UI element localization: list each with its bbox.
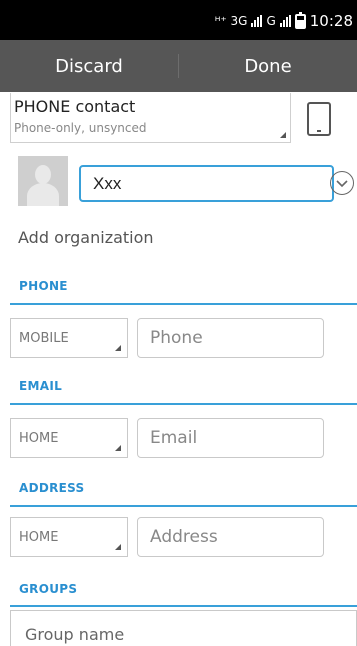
- status-bar: ᴴ⁺ 3G G 10:28: [0, 0, 357, 40]
- person-icon: [35, 165, 51, 184]
- phone-type-select[interactable]: MOBILE: [10, 318, 128, 358]
- name-input[interactable]: Xxx: [79, 165, 334, 202]
- clock: 10:28: [309, 12, 353, 30]
- add-organization-link[interactable]: Add organization: [18, 228, 154, 247]
- chevron-down-icon: [336, 180, 348, 188]
- groups-section-divider: [10, 605, 357, 607]
- expand-name-button[interactable]: [330, 171, 354, 195]
- email-type-label: HOME: [19, 431, 59, 446]
- phone-section-divider: [10, 303, 357, 305]
- email-input[interactable]: Email: [137, 418, 324, 458]
- action-bar: Discard Done: [0, 40, 357, 92]
- account-selector[interactable]: PHONE contact Phone-only, unsynced: [10, 93, 291, 143]
- address-section-title: ADDRESS: [19, 481, 85, 495]
- contact-photo[interactable]: [18, 156, 68, 206]
- address-input[interactable]: Address: [137, 517, 324, 557]
- groups-section-title: GROUPS: [19, 582, 78, 596]
- sim-label: G: [266, 14, 276, 28]
- email-section-divider: [10, 403, 357, 405]
- phone-type-label: MOBILE: [19, 331, 69, 346]
- dropdown-corner-icon: [115, 544, 121, 550]
- network-type-label: ᴴ⁺ 3G: [214, 14, 248, 28]
- group-name-input[interactable]: Group name: [10, 610, 357, 646]
- email-section-title: EMAIL: [19, 379, 63, 393]
- address-type-select[interactable]: HOME: [10, 517, 128, 557]
- phone-device-icon: [307, 102, 331, 136]
- phone-section-title: PHONE: [19, 279, 68, 293]
- done-button[interactable]: Done: [179, 40, 357, 92]
- email-type-select[interactable]: HOME: [10, 418, 128, 458]
- account-title: PHONE contact: [14, 97, 136, 116]
- discard-button[interactable]: Discard: [0, 40, 178, 92]
- dropdown-corner-icon: [115, 445, 121, 451]
- account-subtitle: Phone-only, unsynced: [14, 121, 147, 135]
- phone-input[interactable]: Phone: [137, 318, 324, 358]
- status-icons: ᴴ⁺ 3G G 10:28: [214, 11, 353, 30]
- dropdown-corner-icon: [280, 132, 286, 138]
- dropdown-corner-icon: [115, 345, 121, 351]
- signal-2-icon: [279, 15, 291, 27]
- signal-icon: [251, 15, 263, 27]
- address-section-divider: [10, 505, 357, 507]
- address-type-label: HOME: [19, 530, 59, 545]
- battery-icon: [294, 11, 306, 29]
